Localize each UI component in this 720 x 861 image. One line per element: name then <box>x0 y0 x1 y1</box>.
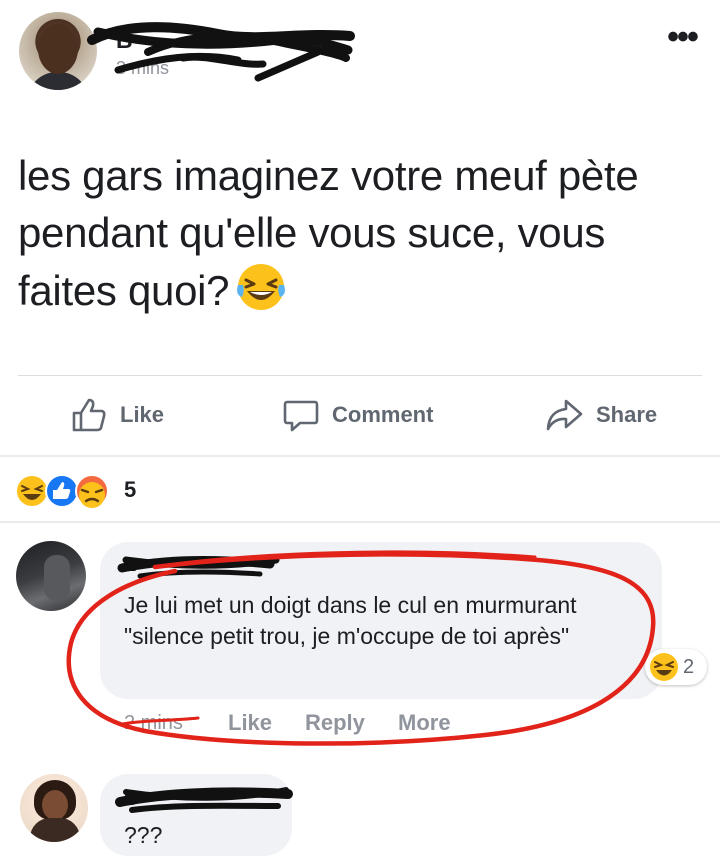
thumbs-up-icon <box>72 398 106 432</box>
comment-author-name[interactable]: C <box>124 788 138 811</box>
avatar-face <box>38 24 78 74</box>
post-text-content: les gars imaginez votre meuf pète pendan… <box>18 152 639 314</box>
reactions-divider <box>0 521 720 523</box>
like-button[interactable]: Like <box>70 393 164 437</box>
haha-icon <box>15 474 49 508</box>
reactions-count[interactable]: 5 <box>124 477 136 503</box>
comment-author-name[interactable]: L <box>124 554 136 577</box>
comment-reaction-badge[interactable]: 2 <box>645 649 707 685</box>
comment-label: Comment <box>332 402 434 427</box>
comment-icon <box>283 400 319 432</box>
comment-button[interactable]: Comment <box>282 393 433 437</box>
angry-icon <box>75 474 109 508</box>
post-author-name[interactable]: B <box>116 27 133 54</box>
post-timestamp[interactable]: 3 mins <box>116 58 169 79</box>
post-text: les gars imaginez votre meuf pète pendan… <box>18 147 708 327</box>
reactions-summary[interactable] <box>14 473 114 509</box>
comment-text: Je lui met un doigt dans le cul en murmu… <box>124 592 577 649</box>
tears-of-joy-emoji-icon <box>235 261 287 327</box>
avatar-shirt <box>27 72 89 90</box>
like-icon <box>45 474 79 508</box>
avatar-figure <box>44 555 70 601</box>
comment-reply-link[interactable]: Reply <box>305 710 365 736</box>
comment-text: ??? <box>124 822 163 848</box>
comment-more-link[interactable]: More <box>398 710 451 736</box>
commenter-avatar[interactable] <box>16 541 86 611</box>
avatar-face <box>42 790 68 820</box>
comment-timestamp[interactable]: 2 mins <box>124 712 183 735</box>
haha-icon <box>650 653 678 681</box>
comment-reaction-count: 2 <box>683 655 695 678</box>
comment-like-link[interactable]: Like <box>228 710 272 736</box>
share-button[interactable]: Share <box>544 393 657 437</box>
commenter-avatar[interactable] <box>20 774 88 842</box>
like-label: Like <box>120 402 165 427</box>
post-options-button[interactable]: ••• <box>664 20 700 56</box>
author-avatar[interactable] <box>19 12 97 90</box>
share-arrow-icon <box>546 399 583 431</box>
share-label: Share <box>596 402 658 427</box>
actions-divider <box>0 455 720 457</box>
post-divider <box>18 375 702 376</box>
avatar-body <box>30 818 80 842</box>
